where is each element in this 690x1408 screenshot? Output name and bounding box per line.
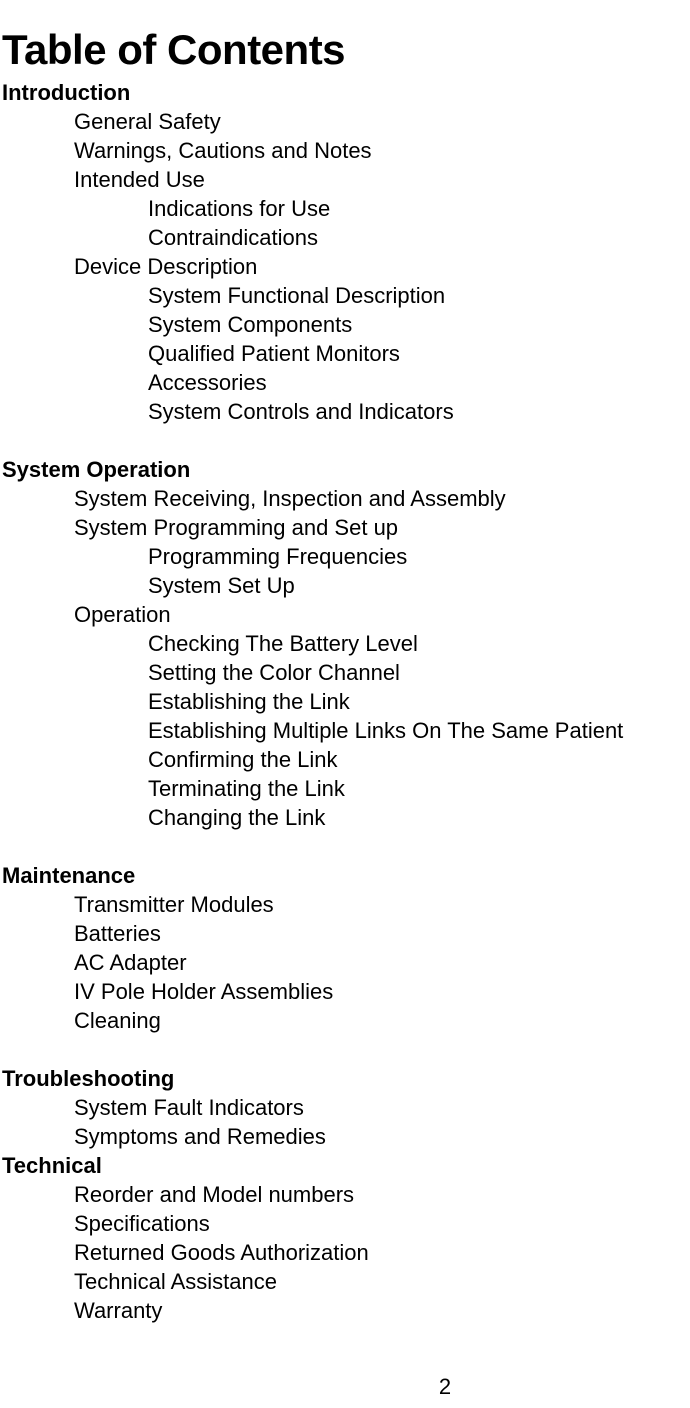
- toc-entry[interactable]: Changing the Link: [0, 803, 690, 832]
- toc-entry[interactable]: System Functional Description: [0, 281, 690, 310]
- toc-section-heading[interactable]: Maintenance: [0, 861, 690, 890]
- page-title: Table of Contents: [2, 26, 346, 74]
- toc-section-heading[interactable]: Troubleshooting: [0, 1064, 690, 1093]
- toc-entry[interactable]: Symptoms and Remedies: [0, 1122, 690, 1151]
- toc-entry[interactable]: Cleaning: [0, 1006, 690, 1035]
- document-page: Table of Contents Introduction General Sa…: [0, 0, 690, 1408]
- toc-section-heading[interactable]: Technical: [0, 1151, 690, 1180]
- table-of-contents: Introduction General Safety Warnings, Caut…: [0, 78, 690, 1325]
- toc-entry[interactable]: Transmitter Modules: [0, 890, 690, 919]
- toc-entry[interactable]: Intended Use: [0, 165, 690, 194]
- toc-section-heading[interactable]: System Operation: [0, 455, 690, 484]
- toc-entry[interactable]: System Set Up: [0, 571, 690, 600]
- toc-entry[interactable]: Checking The Battery Level: [0, 629, 690, 658]
- toc-entry[interactable]: Technical Assistance: [0, 1267, 690, 1296]
- toc-entry[interactable]: Returned Goods Authorization: [0, 1238, 690, 1267]
- toc-entry[interactable]: Batteries: [0, 919, 690, 948]
- toc-entry[interactable]: Establishing Multiple Links On The Same …: [0, 716, 690, 745]
- toc-spacer: [0, 832, 690, 861]
- toc-section-heading[interactable]: Introduction: [0, 78, 690, 107]
- toc-entry[interactable]: System Fault Indicators: [0, 1093, 690, 1122]
- toc-entry[interactable]: Programming Frequencies: [0, 542, 690, 571]
- toc-entry[interactable]: System Controls and Indicators: [0, 397, 690, 426]
- toc-entry[interactable]: Indications for Use: [0, 194, 690, 223]
- toc-entry[interactable]: Contraindications: [0, 223, 690, 252]
- toc-entry[interactable]: AC Adapter: [0, 948, 690, 977]
- toc-entry[interactable]: Operation: [0, 600, 690, 629]
- toc-spacer: [0, 426, 690, 455]
- toc-entry[interactable]: System Programming and Set up: [0, 513, 690, 542]
- toc-entry[interactable]: Confirming the Link: [0, 745, 690, 774]
- toc-entry[interactable]: IV Pole Holder Assemblies: [0, 977, 690, 1006]
- toc-spacer: [0, 1035, 690, 1064]
- toc-entry[interactable]: Specifications: [0, 1209, 690, 1238]
- toc-entry[interactable]: System Components: [0, 310, 690, 339]
- page-number: 2: [438, 1374, 452, 1399]
- toc-entry[interactable]: Accessories: [0, 368, 690, 397]
- toc-entry[interactable]: General Safety: [0, 107, 690, 136]
- toc-entry[interactable]: Warnings, Cautions and Notes: [0, 136, 690, 165]
- toc-entry[interactable]: Warranty: [0, 1296, 690, 1325]
- toc-entry[interactable]: System Receiving, Inspection and Assembl…: [0, 484, 690, 513]
- toc-entry[interactable]: Qualified Patient Monitors: [0, 339, 690, 368]
- toc-entry[interactable]: Device Description: [0, 252, 690, 281]
- toc-entry[interactable]: Reorder and Model numbers: [0, 1180, 690, 1209]
- toc-entry[interactable]: Establishing the Link: [0, 687, 690, 716]
- toc-entry[interactable]: Terminating the Link: [0, 774, 690, 803]
- toc-entry[interactable]: Setting the Color Channel: [0, 658, 690, 687]
